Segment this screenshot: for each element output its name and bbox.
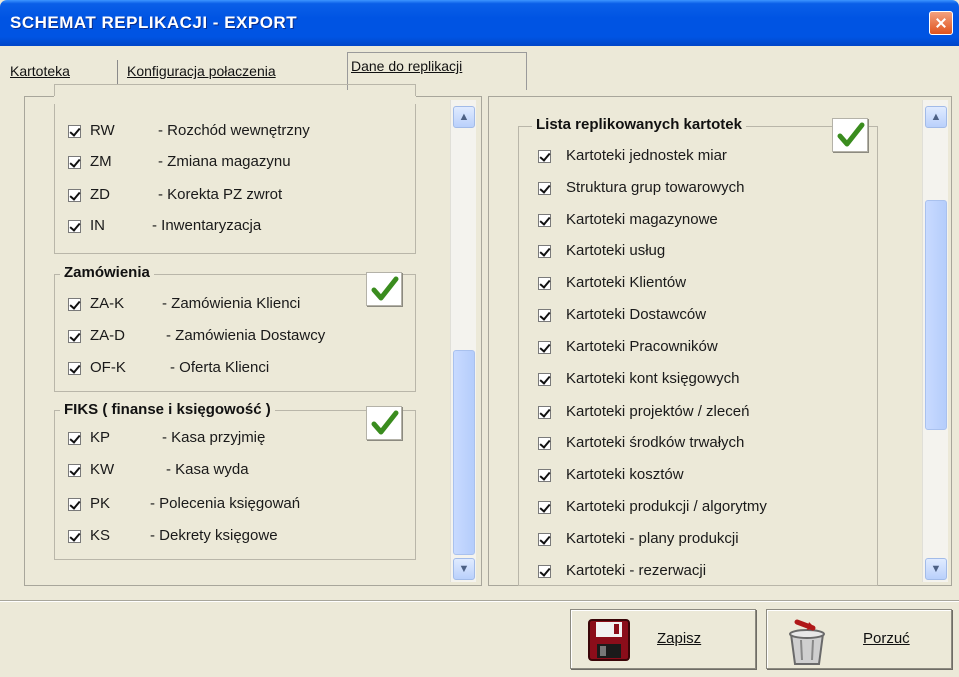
title-bar: SCHEMAT REPLIKACJI - EXPORT xyxy=(0,0,959,46)
checkbox[interactable] xyxy=(538,501,551,514)
floppy-disk-icon xyxy=(588,619,630,661)
checkbox[interactable] xyxy=(538,182,551,195)
checkbox[interactable] xyxy=(68,220,81,233)
save-label: Zapisz xyxy=(657,630,702,647)
save-button[interactable]: Zapisz xyxy=(570,609,756,669)
scroll-down-icon[interactable]: ▼ xyxy=(925,558,947,580)
group-title: Zamówienia xyxy=(60,264,154,281)
kartoteka-label: Kartoteki jednostek miar xyxy=(566,147,727,164)
checkbox[interactable] xyxy=(538,469,551,482)
discard-button[interactable]: Porzuć xyxy=(766,609,952,669)
kartoteka-label: Kartoteki - plany produkcji xyxy=(566,530,739,547)
checkbox[interactable] xyxy=(538,373,551,386)
checkbox[interactable] xyxy=(68,498,81,511)
kartoteka-label: Kartoteki Pracowników xyxy=(566,338,718,355)
checkbox[interactable] xyxy=(538,437,551,450)
tab-dane-do-replikacji[interactable]: Dane do replikacji xyxy=(351,58,462,86)
select-all-button[interactable] xyxy=(366,406,402,440)
checkbox[interactable] xyxy=(68,530,81,543)
checkmark-icon xyxy=(371,410,399,435)
window-title: SCHEMAT REPLIKACJI - EXPORT xyxy=(10,13,298,32)
checkbox[interactable] xyxy=(538,150,551,163)
checkbox[interactable] xyxy=(538,214,551,227)
kartoteka-label: Kartoteki kont księgowych xyxy=(566,370,740,387)
checkbox[interactable] xyxy=(68,362,81,375)
kartoteka-label: Kartoteki Dostawców xyxy=(566,306,707,323)
kartoteka-label: Kartoteki usług xyxy=(566,242,666,259)
checkbox[interactable] xyxy=(538,341,551,354)
kartoteka-label: Struktura grup towarowych xyxy=(566,179,745,196)
checkbox[interactable] xyxy=(538,406,551,419)
group-title: Lista replikowanych kartotek xyxy=(532,116,746,133)
checkbox[interactable] xyxy=(68,156,81,169)
trash-bin-icon xyxy=(789,619,825,665)
scroll-up-icon[interactable]: ▲ xyxy=(925,106,947,128)
dialog-window: SCHEMAT REPLIKACJI - EXPORT Kartoteka Ko… xyxy=(0,0,959,677)
kartoteka-label: Kartoteki Klientów xyxy=(566,274,687,291)
kartoteka-label: Kartoteki magazynowe xyxy=(566,211,718,228)
checkbox[interactable] xyxy=(538,533,551,546)
divider xyxy=(0,600,959,602)
checkbox[interactable] xyxy=(68,189,81,202)
checkbox[interactable] xyxy=(68,432,81,445)
checkbox[interactable] xyxy=(68,464,81,477)
select-all-button[interactable] xyxy=(366,272,402,306)
scroll-down-icon[interactable]: ▼ xyxy=(453,558,475,580)
kartoteka-label: Kartoteki projektów / zleceń xyxy=(566,403,750,420)
kartoteka-label: Kartoteki produkcji / algorytmy xyxy=(566,498,767,515)
checkbox[interactable] xyxy=(538,245,551,258)
checkbox[interactable] xyxy=(68,330,81,343)
discard-label: Porzuć xyxy=(863,630,910,647)
select-all-button[interactable] xyxy=(832,118,868,152)
checkbox[interactable] xyxy=(538,565,551,578)
checkmark-icon xyxy=(371,276,399,301)
right-scrollbar[interactable]: ▲ ▼ xyxy=(922,100,948,582)
checkbox[interactable] xyxy=(538,277,551,290)
scroll-up-icon[interactable]: ▲ xyxy=(453,106,475,128)
tab-divider xyxy=(117,60,118,84)
checkbox[interactable] xyxy=(538,309,551,322)
group-title: FIKS ( finanse i księgowość ) xyxy=(60,401,275,418)
kartoteka-label: Kartoteki kosztów xyxy=(566,466,684,483)
scroll-thumb[interactable] xyxy=(453,350,475,555)
close-icon[interactable] xyxy=(929,11,953,35)
kartoteka-label: Kartoteki - rezerwacji xyxy=(566,562,707,579)
scroll-thumb[interactable] xyxy=(925,200,947,430)
kartoteka-label: Kartoteki środków trwałych xyxy=(566,434,745,451)
checkbox[interactable] xyxy=(68,298,81,311)
checkbox[interactable] xyxy=(68,125,81,138)
checkmark-icon xyxy=(837,122,865,147)
left-scrollbar[interactable]: ▲ ▼ xyxy=(450,100,476,582)
